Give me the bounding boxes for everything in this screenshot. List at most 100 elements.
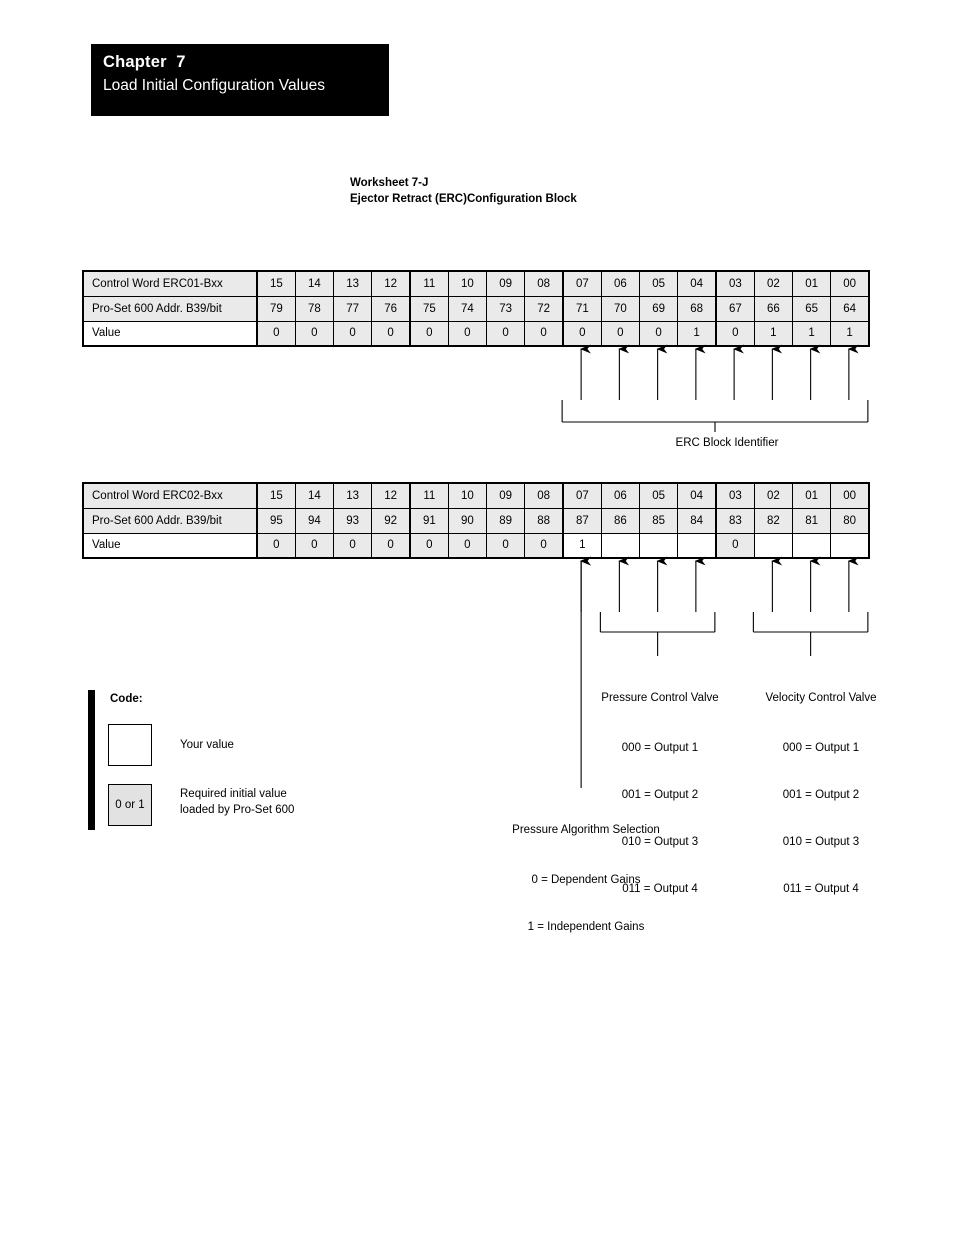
bit-header-cell: 13: [332, 482, 373, 509]
bracket-erc-block-identifier: [561, 400, 869, 432]
value-cell-required: 0: [485, 532, 526, 559]
address-cell: 87: [561, 507, 602, 534]
bit-header-cell: 08: [524, 270, 564, 297]
bit-header-cell: 15: [255, 270, 296, 297]
value-cell-editable[interactable]: [791, 532, 832, 559]
address-cell: 91: [408, 507, 449, 534]
address-cell: 88: [524, 507, 564, 534]
callout-option: 011 = Output 4: [783, 882, 859, 895]
address-cell: 90: [447, 507, 488, 534]
address-cell: 69: [638, 295, 679, 322]
address-cell: 68: [677, 295, 717, 322]
row-label-address: Pro-Set 600 Addr. B39/bit: [82, 507, 258, 534]
row-label-control-word: Control Word ERC02-Bxx: [82, 482, 258, 509]
address-cell: 77: [332, 295, 373, 322]
legend-accent-bar: [88, 690, 95, 830]
bit-header-cell: 09: [485, 270, 526, 297]
bit-header-cell: 15: [255, 482, 296, 509]
address-cell: 81: [791, 507, 832, 534]
address-cell: 92: [371, 507, 411, 534]
bit-header-cell: 02: [753, 270, 794, 297]
worksheet-name: Ejector Retract (ERC)Configuration Block: [350, 192, 577, 205]
value-cell-editable[interactable]: [830, 532, 871, 559]
bit-header-cell: 10: [447, 482, 488, 509]
address-cell: 82: [753, 507, 794, 534]
worksheet-number: Worksheet 7-J: [350, 177, 429, 189]
address-cell: 83: [714, 507, 755, 534]
address-cell: 64: [830, 295, 871, 322]
legend-text-required-value: Required initial value loaded by Pro-Set …: [180, 788, 295, 816]
bit-header-cell: 01: [791, 270, 832, 297]
bit-header-cell: 06: [600, 482, 641, 509]
value-cell-editable[interactable]: [638, 532, 679, 559]
value-cell-editable[interactable]: [753, 532, 794, 559]
bit-header-cell: 13: [332, 270, 373, 297]
bit-header-cell: 12: [371, 482, 411, 509]
table-row-control-word: Control Word ERC01-Bxx 15 14 13 12 11 10 09 08 0…: [82, 270, 871, 297]
table-row-address: Pro-Set 600 Addr. B39/bit 79 78 77 76 75 74 73…: [82, 295, 871, 322]
callout-heading: Pressure Algorithm Selection: [512, 824, 660, 836]
value-cell-editable[interactable]: [677, 532, 717, 559]
table-row-value: Value 0000000000010111: [82, 320, 871, 347]
callout-heading: Pressure Control Valve: [601, 692, 719, 704]
address-cell: 79: [255, 295, 296, 322]
address-cell: 73: [485, 295, 526, 322]
callout-option: 000 = Output 1: [782, 741, 860, 754]
address-cell: 70: [600, 295, 641, 322]
address-cell: 89: [485, 507, 526, 534]
row-label-value: Value: [82, 532, 258, 559]
bit-header-cell: 07: [561, 270, 602, 297]
bit-header-cell: 11: [408, 270, 449, 297]
chapter-banner: Chapter 7 Load Initial Configuration Val…: [91, 44, 389, 116]
bit-header-cell: 04: [677, 482, 717, 509]
value-cell-required: 0: [561, 320, 602, 347]
bit-header-cell: 12: [371, 270, 411, 297]
bit-header-cell: 05: [638, 482, 679, 509]
value-cell-required: 0: [638, 320, 679, 347]
value-cell-required: 0: [524, 320, 564, 347]
bit-header-cell: 00: [830, 270, 871, 297]
callout-option: 010 = Output 3: [782, 835, 860, 848]
bit-header-cell: 07: [561, 482, 602, 509]
callout-pressure-algorithm-selection: Pressure Algorithm Selection 0 = Depende…: [470, 792, 702, 950]
worksheet-title: Worksheet 7-J Ejector Retract (ERC)Confi…: [350, 176, 577, 207]
value-cell-required: 0: [485, 320, 526, 347]
value-cell-required: 0: [332, 320, 373, 347]
address-cell: 74: [447, 295, 488, 322]
address-cell: 80: [830, 507, 871, 534]
legend-title: Code:: [110, 693, 143, 705]
value-cell-editable[interactable]: 1: [561, 532, 602, 559]
value-cell-required: 0: [524, 532, 564, 559]
value-cell-editable[interactable]: [600, 532, 641, 559]
address-cell: 66: [753, 295, 794, 322]
address-cell: 71: [561, 295, 602, 322]
callout-erc-block-identifier: ERC Block Identifier: [675, 437, 779, 449]
value-cell-required: 0: [447, 532, 488, 559]
bit-header-cell: 04: [677, 270, 717, 297]
bit-header-cell: 03: [714, 482, 755, 509]
callout-velocity-control-valve: Velocity Control Valve 000 = Output 1 00…: [731, 660, 911, 912]
table-row-control-word: Control Word ERC02-Bxx 15 14 13 12 11 10 09 08 0…: [82, 482, 871, 509]
arrows-erc-block-identifier: [579, 344, 859, 400]
address-cell: 72: [524, 295, 564, 322]
address-cell: 95: [255, 507, 296, 534]
value-cell-required: 0: [371, 532, 411, 559]
bit-table-erc01: Control Word ERC01-Bxx 15 14 13 12 11 10 09 08 0…: [82, 270, 871, 347]
legend-text-your-value: Your value: [180, 739, 234, 751]
legend-swatch-required-value: 0 or 1: [108, 784, 152, 826]
value-cell-required: 0: [714, 320, 755, 347]
table-row-address: Pro-Set 600 Addr. B39/bit 95 94 93 92 91 90 89…: [82, 507, 871, 534]
address-cell: 78: [294, 295, 335, 322]
bit-header-cell: 14: [294, 482, 335, 509]
callout-option: 1 = Independent Gains: [527, 920, 645, 933]
value-cell-required: 0: [255, 532, 296, 559]
address-cell: 94: [294, 507, 335, 534]
address-cell: 76: [371, 295, 411, 322]
callout-option: 000 = Output 1: [621, 741, 699, 754]
value-cell-required: 0: [255, 320, 296, 347]
chapter-number: Chapter 7: [103, 53, 186, 71]
bit-header-cell: 08: [524, 482, 564, 509]
value-cell-required: 0: [714, 532, 755, 559]
address-cell: 93: [332, 507, 373, 534]
bit-header-cell: 14: [294, 270, 335, 297]
